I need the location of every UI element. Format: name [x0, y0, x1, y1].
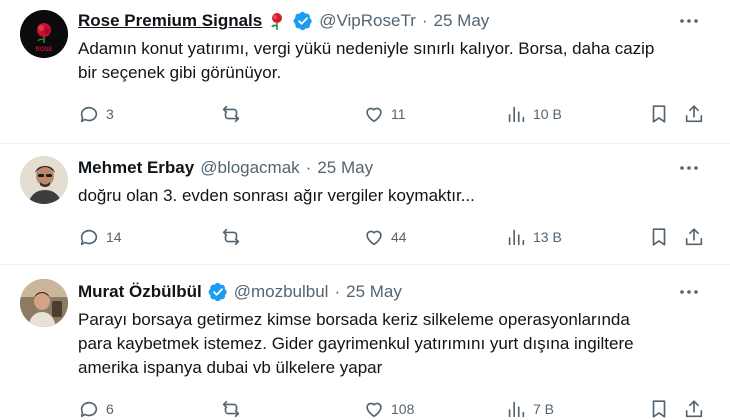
- reply-count: 6: [106, 401, 114, 417]
- reply-count: 14: [106, 229, 122, 245]
- views-count: 10 B: [533, 106, 562, 122]
- bookmark-icon: [652, 228, 666, 246]
- tweet-text-line: Adamın konut yatırımı, vergi yükü nedeni…: [78, 39, 655, 58]
- bookmark-button[interactable]: [648, 225, 670, 249]
- reply-icon: [80, 106, 98, 123]
- separator: ·: [305, 158, 312, 177]
- retweet-button[interactable]: [220, 397, 248, 420]
- more-icon[interactable]: [678, 11, 700, 31]
- avatar-rose-premium[interactable]: ROSE: [20, 10, 68, 58]
- timestamp[interactable]: 25 May: [346, 282, 402, 302]
- views-icon: [508, 401, 525, 418]
- share-button[interactable]: [683, 225, 705, 249]
- timestamp[interactable]: 25 May: [317, 158, 373, 178]
- retweet-icon: [222, 105, 240, 123]
- display-name[interactable]: Mehmet Erbay: [78, 158, 194, 178]
- like-button[interactable]: 108: [363, 397, 414, 420]
- reply-button[interactable]: 6: [78, 397, 114, 420]
- views-icon: [508, 229, 525, 246]
- retweet-icon: [222, 228, 240, 246]
- tweet-header: Mehmet Erbay @blogacmak · 25 May: [78, 156, 373, 180]
- tweet-3[interactable]: Murat Özbülbül @mozbulbul · 25 May Paray…: [0, 265, 730, 420]
- tweet-text-line: Parayı borsaya getirmez kimse borsada ke…: [78, 310, 630, 329]
- bookmark-icon: [652, 400, 666, 418]
- bookmark-button[interactable]: [648, 102, 670, 126]
- rose-emoji-icon: [267, 11, 287, 31]
- like-button[interactable]: 11: [363, 102, 406, 126]
- timestamp[interactable]: 25 May: [434, 11, 490, 31]
- like-count: 108: [391, 401, 415, 417]
- views-count: 13 B: [533, 229, 562, 245]
- like-icon: [366, 402, 382, 418]
- handle[interactable]: @blogacmak: [200, 158, 299, 178]
- share-icon: [685, 105, 703, 123]
- views-button[interactable]: 7 B: [505, 397, 554, 420]
- tweet-text-line: amerika ispanya dubai vb ülkelere yapar: [78, 358, 383, 377]
- more-icon[interactable]: [678, 158, 700, 178]
- views-icon: [508, 106, 525, 123]
- verified-badge-icon: [208, 282, 228, 302]
- tweet-text-line: para kaybetmek istemez. Gider gayrimenku…: [78, 334, 634, 353]
- separator: ·: [334, 282, 341, 301]
- like-count: 44: [391, 229, 407, 245]
- rose-logo-icon: ROSE: [20, 10, 68, 58]
- reply-icon: [80, 229, 98, 246]
- share-button[interactable]: [683, 102, 705, 126]
- reply-icon: [80, 401, 98, 418]
- bookmark-button[interactable]: [648, 397, 670, 420]
- bookmark-icon: [652, 105, 666, 123]
- display-name[interactable]: Murat Özbülbül: [78, 282, 202, 302]
- like-icon: [366, 230, 382, 246]
- like-count: 11: [391, 106, 406, 122]
- views-count: 7 B: [533, 401, 555, 417]
- tweet-header: Murat Özbülbül @mozbulbul · 25 May: [78, 280, 402, 304]
- share-icon: [685, 400, 703, 418]
- tweet-text: Adamın konut yatırımı, vergi yükü nedeni…: [78, 37, 718, 85]
- retweet-button[interactable]: [220, 102, 248, 126]
- display-name[interactable]: Rose Premium Signals: [78, 11, 262, 31]
- share-icon: [685, 228, 703, 246]
- share-button[interactable]: [683, 397, 705, 420]
- avatar-logo-text: ROSE: [35, 47, 52, 53]
- tweet-1[interactable]: ROSE Rose Premium Signals @VipRoseTr · 2…: [0, 0, 730, 143]
- retweet-button[interactable]: [220, 225, 248, 249]
- tweet-text-line: doğru olan 3. evden sonrası ağır vergile…: [78, 186, 475, 205]
- tweet-text: doğru olan 3. evden sonrası ağır vergile…: [78, 184, 718, 208]
- handle[interactable]: @mozbulbul: [234, 282, 329, 302]
- like-button[interactable]: 44: [363, 225, 407, 249]
- person-photo-icon: [20, 156, 68, 204]
- tweet-text-line: bir seçenek gibi görünüyor.: [78, 63, 282, 82]
- verified-badge-icon: [293, 11, 313, 31]
- avatar-murat-ozbulbul[interactable]: [20, 279, 68, 327]
- handle[interactable]: @VipRoseTr: [319, 11, 416, 31]
- tweet-2[interactable]: Mehmet Erbay @blogacmak · 25 May doğru o…: [0, 144, 730, 264]
- tweet-text: Parayı borsaya getirmez kimse borsada ke…: [78, 308, 718, 380]
- more-icon[interactable]: [678, 282, 700, 302]
- reply-button[interactable]: 3: [78, 102, 114, 126]
- avatar-mehmet-erbay[interactable]: [20, 156, 68, 204]
- reply-button[interactable]: 14: [78, 225, 122, 249]
- views-button[interactable]: 10 B: [505, 102, 562, 126]
- separator: ·: [421, 11, 428, 30]
- reply-count: 3: [106, 106, 114, 122]
- views-button[interactable]: 13 B: [505, 225, 562, 249]
- action-bar: 14 44 13 B: [0, 225, 730, 249]
- retweet-icon: [222, 400, 240, 418]
- action-bar: 6 108 7 B: [0, 397, 730, 420]
- action-bar: 3 11 10 B: [0, 102, 730, 126]
- person-photo-icon: [20, 279, 68, 327]
- like-icon: [366, 107, 382, 123]
- tweet-header: Rose Premium Signals @VipRoseTr · 25 May: [78, 9, 489, 33]
